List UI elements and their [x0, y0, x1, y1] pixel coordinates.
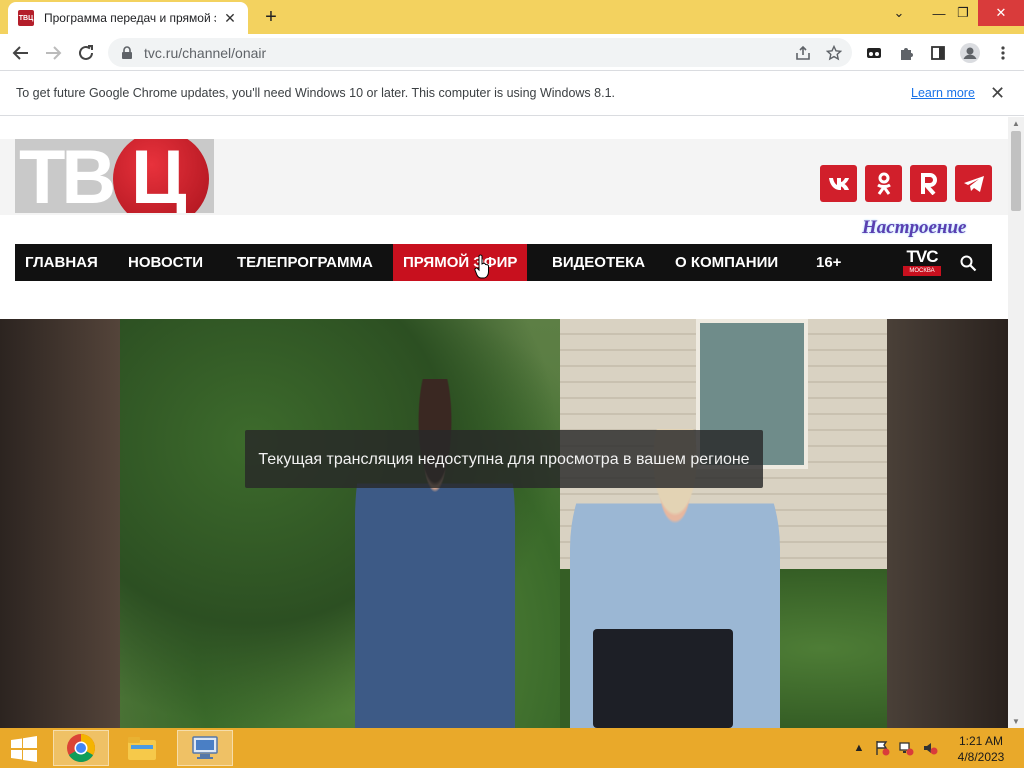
volume-muted-icon[interactable] — [921, 739, 939, 757]
restore-button[interactable]: ❐ — [946, 0, 980, 26]
file-explorer-icon — [128, 737, 156, 760]
clock-time: 1:21 AM — [958, 734, 1004, 748]
main-navigation: ГЛАВНАЯ НОВОСТИ ТЕЛЕПРОГРАММА ПРЯМОЙ ЭФИ… — [15, 244, 992, 281]
nav-item-live[interactable]: ПРЯМОЙ ЭФИР — [393, 244, 528, 281]
back-arrow-icon — [12, 46, 28, 60]
infobar-message: To get future Google Chrome updates, you… — [16, 86, 615, 100]
update-infobar: To get future Google Chrome updates, you… — [0, 72, 1024, 116]
site-favicon-icon: ТВЦ — [18, 10, 34, 26]
nav-item-tv-guide[interactable]: ТЕЛЕПРОГРАММА — [227, 244, 383, 281]
extensions-puzzle-icon[interactable] — [895, 42, 917, 64]
share-icon[interactable] — [792, 42, 814, 64]
lock-icon — [122, 45, 132, 59]
tvc-moscow-logo[interactable]: TVC МОСКВА — [903, 248, 941, 278]
tvc-logo[interactable]: ТВ Ц — [15, 139, 214, 213]
infobar-close-icon[interactable]: ✕ — [990, 83, 1005, 104]
nav-item-news[interactable]: НОВОСТИ — [118, 244, 213, 281]
forward-arrow-icon — [46, 46, 62, 60]
network-icon[interactable] — [897, 739, 915, 757]
telegram-icon[interactable] — [955, 165, 992, 202]
tab-title: Программа передач и прямой э — [44, 11, 216, 25]
nastroenie-logo[interactable]: Настроение — [862, 217, 982, 243]
forward-button[interactable] — [40, 40, 66, 66]
scroll-up-icon[interactable]: ▲ — [1012, 119, 1020, 128]
player-blur-right — [887, 319, 1008, 728]
taskbar-remote-desktop[interactable] — [177, 730, 233, 766]
tab-close-icon[interactable]: ✕ — [222, 10, 238, 26]
reload-icon — [79, 45, 93, 60]
geo-block-message: Текущая трансляция недоступна для просмо… — [245, 430, 763, 488]
bookmark-star-icon[interactable] — [823, 42, 845, 64]
logo-circle-letter: Ц — [131, 139, 187, 214]
profile-avatar-icon[interactable] — [959, 42, 981, 64]
nav-item-about[interactable]: О КОМПАНИИ — [665, 244, 788, 281]
system-clock[interactable]: 1:21 AM 4/8/2023 — [948, 733, 1014, 765]
clock-date: 4/8/2023 — [957, 750, 1005, 764]
extension-icon[interactable] — [863, 42, 885, 64]
search-icon[interactable] — [959, 254, 977, 272]
reload-button[interactable] — [73, 40, 99, 66]
scrollbar-thumb[interactable] — [1011, 131, 1021, 211]
side-panel-icon[interactable] — [927, 42, 949, 64]
browser-tab[interactable]: ТВЦ Программа передач и прямой э ✕ — [8, 2, 248, 34]
rutube-icon[interactable] — [910, 165, 947, 202]
tab-strip: ТВЦ Программа передач и прямой э ✕ + ⌄ —… — [0, 0, 1024, 34]
tab-search-chevron-icon[interactable]: ⌄ — [882, 0, 916, 26]
taskbar-file-explorer[interactable] — [114, 730, 170, 766]
logo-letters: ТВ — [19, 139, 116, 214]
menu-kebab-icon[interactable] — [992, 42, 1014, 64]
back-button[interactable] — [8, 40, 34, 66]
tvc-logo-text: TVC — [906, 247, 939, 266]
tvc-logo-sub: МОСКВА — [903, 266, 941, 276]
taskbar-chrome[interactable] — [53, 730, 109, 766]
url-text: tvc.ru/channel/onair — [144, 44, 267, 61]
web-page: ТВ Ц Настроение ГЛАВНАЯ НОВОСТИ ТЕЛЕПРОГ… — [0, 117, 1008, 728]
screen: ТВЦ Программа передач и прямой э ✕ + ⌄ —… — [0, 0, 1024, 768]
player-blur-left — [0, 319, 120, 728]
remote-desktop-icon — [192, 736, 218, 759]
tray-overflow-chevron-icon[interactable]: ▲ — [850, 739, 868, 757]
windows-start-icon[interactable] — [10, 736, 38, 762]
vk-icon[interactable] — [820, 165, 857, 202]
new-tab-button[interactable]: + — [260, 6, 282, 28]
chrome-icon — [67, 734, 95, 762]
browser-toolbar: tvc.ru/channel/onair — [0, 34, 1024, 71]
action-center-flag-icon[interactable] — [873, 739, 891, 757]
learn-more-link[interactable]: Learn more — [911, 86, 975, 100]
windows-taskbar: ▲ 1:21 AM 4/8/2023 — [0, 728, 1024, 768]
live-video-player[interactable]: Текущая трансляция недоступна для просмо… — [0, 319, 1008, 728]
nav-item-home[interactable]: ГЛАВНАЯ — [15, 244, 108, 281]
nav-item-age-rating[interactable]: 16+ — [806, 244, 851, 281]
page-scrollbar[interactable]: ▲ ▼ — [1008, 117, 1024, 728]
nav-item-video-library[interactable]: ВИДЕОТЕКА — [542, 244, 655, 281]
close-window-button[interactable]: ✕ — [978, 0, 1024, 26]
hand-cursor-icon — [474, 254, 489, 279]
scroll-down-icon[interactable]: ▼ — [1012, 717, 1020, 726]
odnoklassniki-icon[interactable] — [865, 165, 902, 202]
video-scene-folder — [593, 629, 733, 728]
address-bar[interactable]: tvc.ru/channel/onair — [108, 38, 852, 67]
